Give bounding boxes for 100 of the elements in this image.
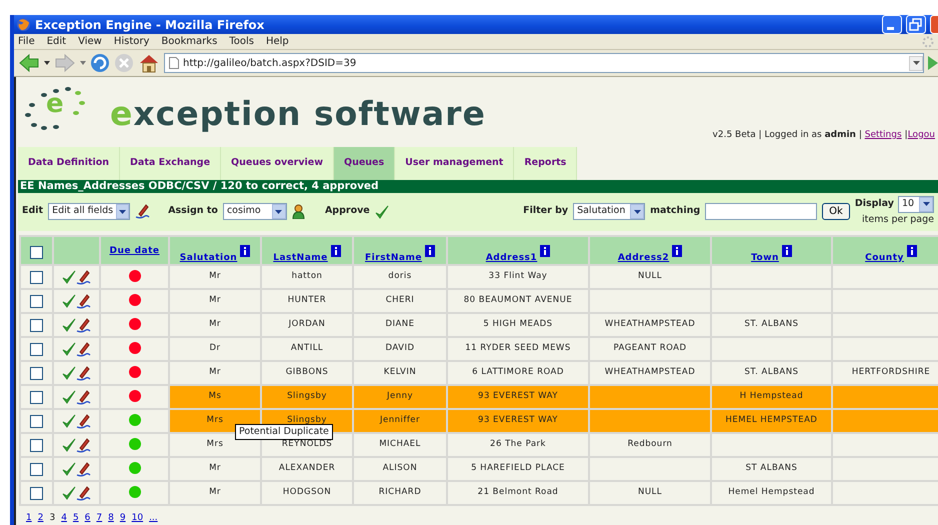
table-cell: RICHARD <box>378 486 422 496</box>
page-link[interactable]: 5 <box>72 512 79 525</box>
pen-icon[interactable] <box>76 270 91 284</box>
back-icon[interactable] <box>18 53 40 74</box>
page-link[interactable]: ... <box>149 512 158 525</box>
checkbox[interactable] <box>30 390 43 404</box>
menu-item[interactable]: Help <box>262 34 297 50</box>
pen-icon[interactable] <box>76 294 91 308</box>
dropdown-button[interactable] <box>909 56 923 71</box>
pen-icon[interactable] <box>76 414 91 428</box>
checkmark-icon[interactable] <box>62 438 76 452</box>
page-link[interactable]: 8 <box>108 512 114 525</box>
table-cell: 33 Flint Way <box>488 270 548 280</box>
table-cell: hatton <box>292 270 322 280</box>
column-header-link[interactable]: Address1 <box>486 252 538 262</box>
page-link[interactable]: 6 <box>84 512 90 525</box>
page-link[interactable]: 10 <box>132 512 144 525</box>
table-cell: Hemel Hempstead <box>728 486 815 496</box>
pen-icon[interactable] <box>76 462 91 476</box>
person-icon[interactable] <box>292 204 305 219</box>
checkmark-icon[interactable] <box>62 366 76 380</box>
menu-item[interactable]: Edit <box>42 34 74 50</box>
dropdown[interactable]: 10 <box>898 196 934 213</box>
checkmark-icon[interactable] <box>62 486 76 500</box>
table-cell: Jenny <box>386 390 414 400</box>
nav-tab[interactable]: Queues <box>334 147 396 180</box>
checkmark-icon[interactable] <box>62 390 76 404</box>
checkbox[interactable] <box>30 294 43 308</box>
pen-icon[interactable] <box>76 366 91 380</box>
pen-icon[interactable] <box>76 486 91 500</box>
info-icon[interactable] <box>782 244 792 256</box>
table-cell: DIANE <box>385 318 415 328</box>
table-cell: GIBBONS <box>286 366 328 376</box>
nav-tab[interactable]: User management <box>395 147 514 180</box>
checkbox[interactable] <box>30 462 43 476</box>
reload-icon[interactable] <box>90 53 110 74</box>
maximize-icon[interactable] <box>906 15 926 34</box>
address-field[interactable]: http://galileo/batch.aspx?DSID=39 <box>164 53 924 74</box>
info-icon[interactable] <box>540 244 550 256</box>
column-header-link[interactable]: Address2 <box>618 252 670 262</box>
checkbox[interactable] <box>30 366 43 380</box>
menu-item[interactable]: File <box>14 34 43 50</box>
table-cell: Mr <box>209 486 221 496</box>
info-icon[interactable] <box>672 244 682 256</box>
checkbox[interactable] <box>30 486 43 500</box>
info-icon[interactable] <box>330 244 341 256</box>
dropdown[interactable]: Salutation <box>573 203 646 220</box>
checkmark-icon[interactable] <box>62 294 76 308</box>
info-icon[interactable] <box>424 244 435 256</box>
checkmark-icon[interactable] <box>62 342 76 356</box>
page-link[interactable]: 2 <box>38 512 44 525</box>
link[interactable]: Logou <box>908 128 935 142</box>
checkbox[interactable] <box>30 438 43 452</box>
pen-icon[interactable] <box>76 342 91 356</box>
dropdown[interactable]: cosimo <box>222 203 287 220</box>
nav-tab[interactable]: Queues overview <box>221 147 334 180</box>
ok-button[interactable]: Ok <box>822 203 850 220</box>
checkbox[interactable] <box>30 270 43 284</box>
checkmark-icon[interactable] <box>62 462 76 476</box>
pen-icon[interactable] <box>76 318 91 332</box>
link[interactable]: Settings <box>864 128 902 142</box>
table-cell: DAVID <box>385 342 415 352</box>
info-icon[interactable] <box>906 244 917 256</box>
menu-item[interactable]: History <box>110 34 158 50</box>
pen-icon[interactable] <box>76 390 91 404</box>
filter-field[interactable] <box>705 203 818 220</box>
checkmark-icon[interactable] <box>374 204 389 218</box>
nav-tab[interactable]: Reports <box>514 147 578 180</box>
pen-icon[interactable] <box>135 204 150 219</box>
home-icon[interactable] <box>138 53 160 74</box>
close-icon[interactable] <box>930 15 938 34</box>
caret-icon[interactable] <box>44 61 50 66</box>
menu-item[interactable]: Tools <box>225 34 262 50</box>
checkbox[interactable] <box>30 414 43 428</box>
checkbox[interactable] <box>30 342 43 356</box>
page-link[interactable]: 1 <box>26 512 32 525</box>
column-header-link[interactable]: Town <box>751 252 779 262</box>
checkmark-icon[interactable] <box>62 414 76 428</box>
table-cell: Mrs <box>206 414 224 424</box>
checkbox[interactable] <box>30 318 43 332</box>
table-cell: ALEXANDER <box>278 462 336 472</box>
table-cell: H Hempstead <box>740 390 804 400</box>
brand-name: exception software <box>110 94 486 134</box>
page-link[interactable]: 9 <box>120 512 126 525</box>
field-label: Display <box>854 197 894 212</box>
checkbox[interactable] <box>30 246 43 258</box>
page-link[interactable]: 4 <box>61 512 67 525</box>
pen-icon[interactable] <box>76 438 91 452</box>
column-header-link[interactable]: County <box>865 252 904 262</box>
page-link[interactable]: 7 <box>96 512 102 525</box>
menu-item[interactable]: View <box>74 34 110 50</box>
nav-tab[interactable]: Data Definition <box>18 147 120 180</box>
checkmark-icon[interactable] <box>62 270 76 284</box>
nav-tab[interactable]: Data Exchange <box>120 147 222 180</box>
dropdown[interactable]: Edit all fields <box>48 203 130 220</box>
menu-item[interactable]: Bookmarks <box>157 34 226 50</box>
minimize-icon[interactable] <box>882 15 902 34</box>
info-icon[interactable] <box>240 244 250 256</box>
table-cell: JORDAN <box>288 318 326 328</box>
checkmark-icon[interactable] <box>62 318 76 332</box>
